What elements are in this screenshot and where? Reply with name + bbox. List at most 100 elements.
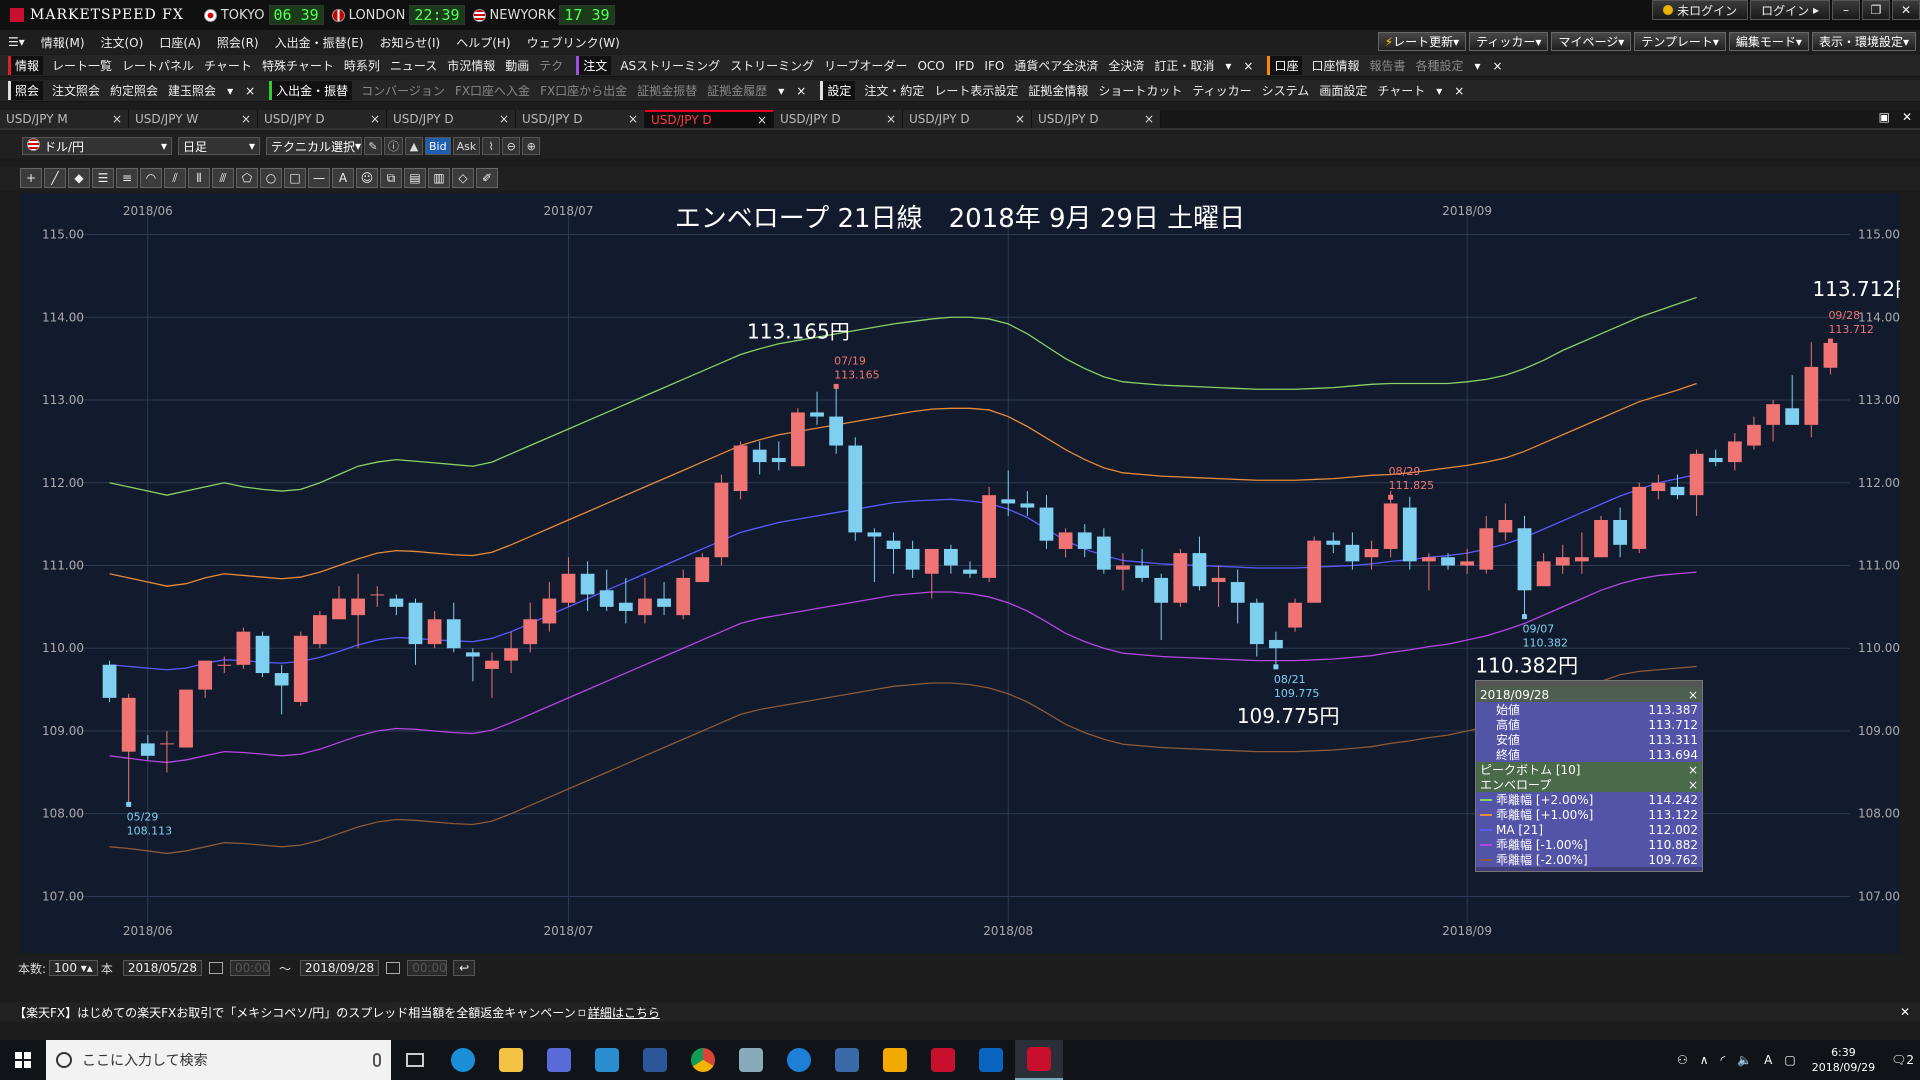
tb-report[interactable]: 報告書 <box>1364 57 1410 74</box>
tb-system[interactable]: システム <box>1257 82 1315 99</box>
tb-modify-cancel[interactable]: 訂正・取消 <box>1149 57 1219 74</box>
screen-icon[interactable] <box>583 1040 631 1080</box>
close-icon[interactable]: × <box>1015 112 1025 126</box>
tb-market-info[interactable]: 市況情報 <box>442 57 500 74</box>
tb-oco[interactable]: OCO <box>912 59 949 73</box>
tb-rate-list[interactable]: レート一覧 <box>47 57 117 74</box>
from-time-input[interactable]: 00:00 <box>230 960 271 976</box>
layer-icon[interactable]: ▤ <box>404 168 426 188</box>
chrome-icon[interactable] <box>679 1040 727 1080</box>
tb-streaming[interactable]: ストリーミング <box>725 57 819 74</box>
circle-icon[interactable]: ○ <box>260 168 282 188</box>
menu-weblink[interactable]: ウェブリンク(W) <box>519 34 628 51</box>
menu-account[interactable]: 口座(A) <box>151 34 209 51</box>
eraser-icon[interactable]: ◆ <box>68 168 90 188</box>
tb-withdraw[interactable]: FX口座から出金 <box>535 82 632 99</box>
marketspeed-icon[interactable] <box>919 1040 967 1080</box>
fan-lines-icon[interactable]: ⫽ <box>164 168 186 188</box>
crosshair-icon[interactable]: + <box>20 168 42 188</box>
tb-order-inquiry[interactable]: 注文照会 <box>47 82 105 99</box>
tab-usdjpy-d-active[interactable]: USD/JPY D × <box>645 110 774 128</box>
edge-icon[interactable] <box>775 1040 823 1080</box>
tab-usdjpy-d[interactable]: USD/JPY D × <box>903 110 1032 128</box>
yellow-app-icon[interactable] <box>871 1040 919 1080</box>
restore-icon[interactable]: ❐ <box>1862 0 1890 20</box>
tb-all-settle[interactable]: 全決済 <box>1103 57 1149 74</box>
close-icon[interactable]: × <box>1237 59 1259 73</box>
close-icon[interactable]: × <box>1144 112 1154 126</box>
delete-drawings-icon[interactable]: ✐ <box>476 168 498 188</box>
tab-usdjpy-d[interactable]: USD/JPY D × <box>1032 110 1161 128</box>
close-icon[interactable]: × <box>1688 778 1698 792</box>
close-icon[interactable]: × <box>790 84 812 98</box>
close-icon[interactable]: × <box>241 112 251 126</box>
zoom-in-icon[interactable]: ⊕ <box>522 137 541 155</box>
hamburger-menu-icon[interactable]: ☰▾ <box>0 35 33 49</box>
chevron-up-icon[interactable]: ∧ <box>1694 1053 1715 1067</box>
tab-usdjpy-d[interactable]: USD/JPY D × <box>774 110 903 128</box>
tb-pair-settle[interactable]: 通貨ペア全決済 <box>1009 57 1103 74</box>
text-icon[interactable]: A <box>332 168 354 188</box>
hline-icon[interactable]: — <box>308 168 330 188</box>
close-icon[interactable]: × <box>370 112 380 126</box>
tb-execution-inquiry[interactable]: 約定照会 <box>105 82 163 99</box>
dropdown-icon[interactable]: ▾ <box>1469 59 1487 73</box>
ie-icon[interactable] <box>439 1040 487 1080</box>
ticker-button[interactable]: ティッカー ▾ <box>1469 32 1549 51</box>
word-icon[interactable] <box>631 1040 679 1080</box>
menu-help[interactable]: ヘルプ(H) <box>448 34 518 51</box>
period-select[interactable]: 日足 ▾ <box>178 137 260 155</box>
close-icon[interactable]: × <box>1448 84 1470 98</box>
tb-technical[interactable]: テク <box>534 57 568 74</box>
mypage-button[interactable]: マイページ ▾ <box>1551 32 1632 51</box>
dropdown-icon[interactable]: ▾ <box>221 84 239 98</box>
dropdown-icon[interactable]: ▾ <box>1219 59 1237 73</box>
menu-order[interactable]: 注文(O) <box>93 34 152 51</box>
close-icon[interactable]: × <box>1487 59 1509 73</box>
info-panel[interactable]: 2018/09/28 × 始値 113.387 高値 113.712 安値 113.31… <box>1475 680 1703 872</box>
edit-mode-button[interactable]: 編集モード ▾ <box>1728 32 1809 51</box>
tb-leave-order[interactable]: リーブオーダー <box>819 57 912 74</box>
wifi-icon[interactable]: ◜ <box>1715 1053 1732 1067</box>
menu-inquiry[interactable]: 照会(R) <box>209 34 267 51</box>
tb-time-series[interactable]: 時系列 <box>339 57 385 74</box>
bid-button[interactable]: Bid <box>425 137 451 155</box>
close-icon[interactable]: ✕ <box>1902 110 1912 124</box>
menu-transfer[interactable]: 入出金・振替(E) <box>267 34 372 51</box>
close-icon[interactable]: ✕ <box>1892 0 1920 20</box>
close-icon[interactable]: × <box>628 112 638 126</box>
tb-account-info[interactable]: 口座情報 <box>1306 57 1364 74</box>
tb-ifo[interactable]: IFO <box>979 59 1009 73</box>
stamp-icon[interactable]: ☺ <box>356 168 378 188</box>
task-view-icon[interactable] <box>391 1040 439 1080</box>
horizontal-lines-icon[interactable]: ☰ <box>92 168 114 188</box>
close-icon[interactable]: × <box>239 84 261 98</box>
tb-shortcut[interactable]: ショートカット <box>1093 82 1187 99</box>
to-date-input[interactable]: 2018/09/28 <box>300 960 380 976</box>
technical-select[interactable]: テクニカル選択 ▾ <box>266 137 362 155</box>
dropdown-icon[interactable]: ▾ <box>772 84 790 98</box>
close-icon[interactable]: × <box>757 113 767 127</box>
tab-usdjpy-d[interactable]: USD/JPY D × <box>387 110 516 128</box>
tb-screen-settings[interactable]: 画面設定 <box>1314 82 1372 99</box>
from-date-input[interactable]: 2018/05/28 <box>122 960 203 976</box>
tb-special-chart[interactable]: 特殊チャート <box>257 57 339 74</box>
notification-icon[interactable]: 🗨2 <box>1885 1053 1920 1067</box>
pen-icon[interactable]: ✎ <box>364 137 382 155</box>
eraser-all-icon[interactable]: ◇ <box>452 168 474 188</box>
feather-app-icon[interactable] <box>823 1040 871 1080</box>
parallel-lines-icon[interactable]: ≡ <box>116 168 138 188</box>
to-time-input[interactable]: 00:00 <box>407 960 448 976</box>
tb-margin-info[interactable]: 証拠金情報 <box>1023 82 1093 99</box>
tb-video[interactable]: 動画 <box>500 57 534 74</box>
currency-pair-select[interactable]: ドル/円 ▾ <box>22 137 172 155</box>
tb-chart[interactable]: チャート <box>199 57 257 74</box>
maximize-icon[interactable]: ▣ <box>1879 110 1890 124</box>
menu-notice[interactable]: お知らせ(I) <box>372 34 449 51</box>
tb-conversion[interactable]: コンバージョン <box>356 82 450 99</box>
tb-as-streaming[interactable]: ASストリーミング <box>615 57 725 74</box>
indicator-icon[interactable]: ⌇ <box>482 137 501 155</box>
tb-rate-display-settings[interactable]: レート表示設定 <box>929 82 1023 99</box>
tb-margin-transfer[interactable]: 証拠金振替 <box>632 82 702 99</box>
tab-usdjpy-w[interactable]: USD/JPY W × <box>129 110 258 128</box>
